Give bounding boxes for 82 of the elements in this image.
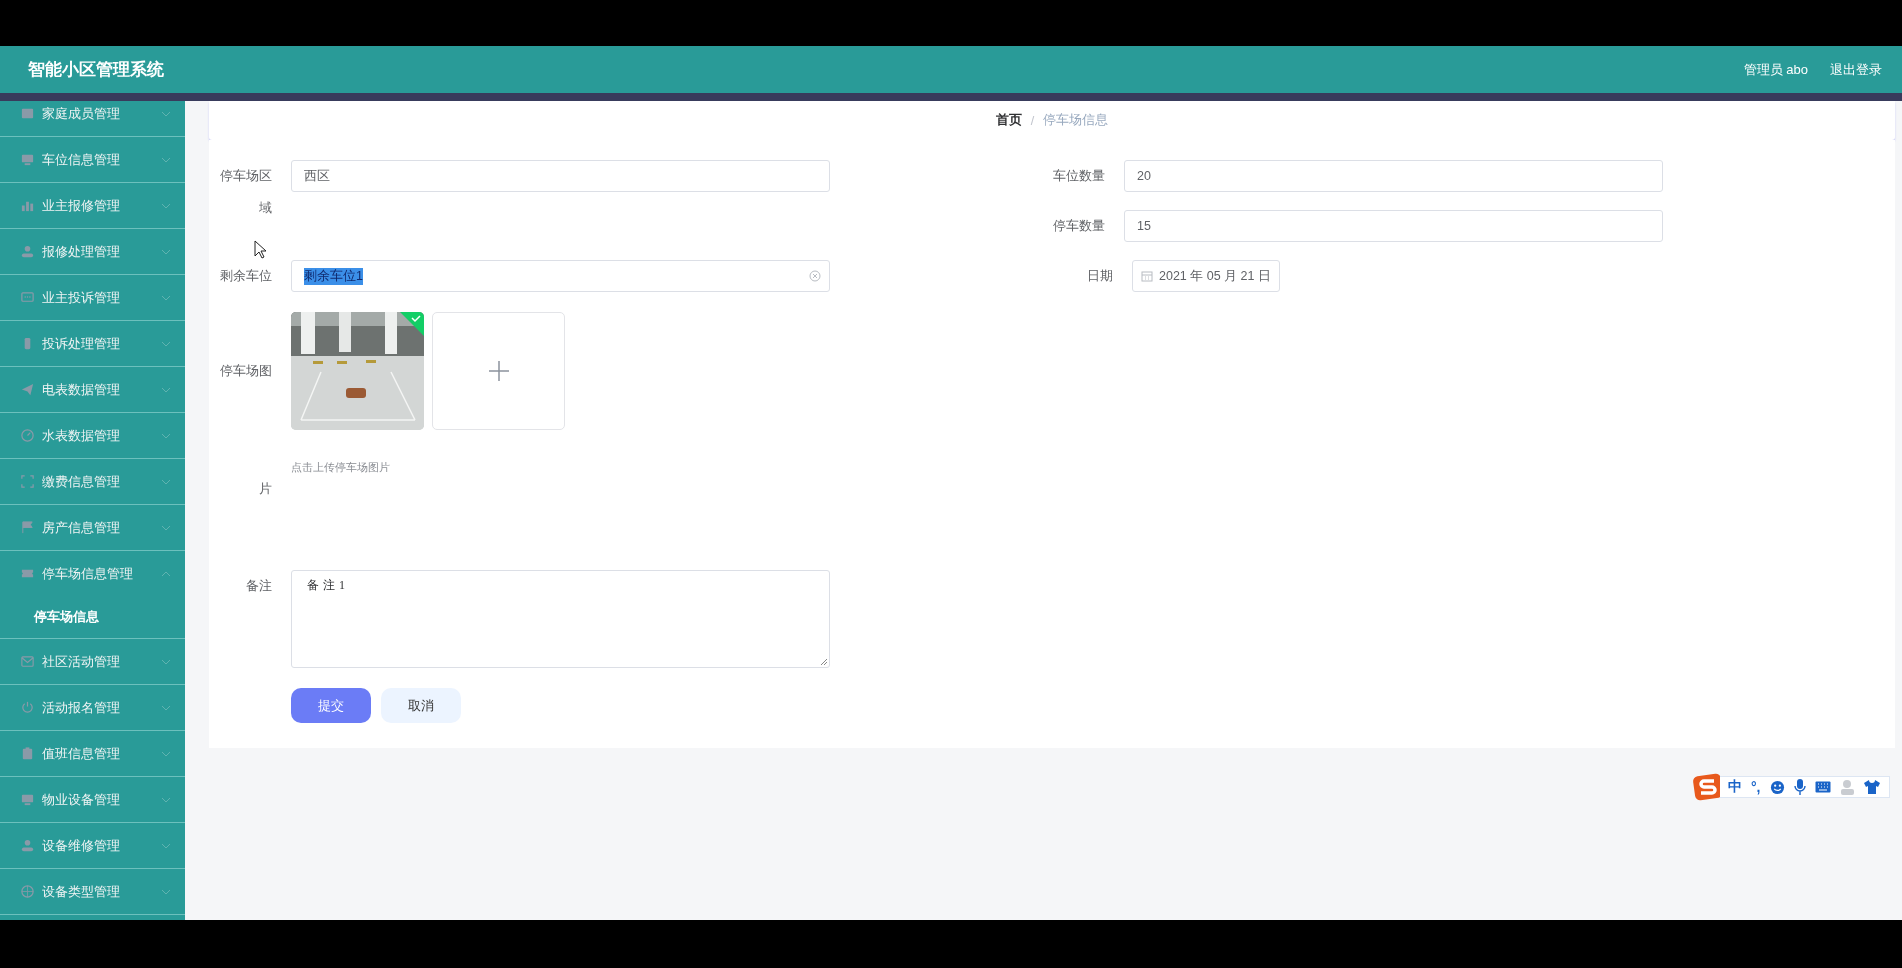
chevron-up-icon — [161, 570, 171, 577]
cancel-button[interactable]: 取消 — [381, 688, 461, 723]
menu-item[interactable]: 房产信息管理 — [0, 505, 185, 550]
submit-button[interactable]: 提交 — [291, 688, 371, 723]
scan-icon — [20, 474, 35, 489]
monitor-icon — [20, 792, 35, 807]
app-title: 智能小区管理系统 — [28, 59, 164, 81]
menu-item[interactable]: 业主报修管理 — [0, 183, 185, 228]
smiley-icon[interactable] — [1769, 779, 1785, 795]
chevron-down-icon — [161, 658, 171, 665]
input-field[interactable]: 剩余车位1 — [291, 260, 830, 292]
menu-item[interactable]: 电表数据管理 — [0, 367, 185, 412]
keyboard-icon[interactable] — [1814, 781, 1831, 793]
cursor-icon — [254, 240, 267, 259]
chevron-down-icon — [161, 478, 171, 485]
breadcrumb-separator: / — [1030, 113, 1035, 128]
chevron-down-icon — [161, 704, 171, 711]
field-label: 停车场区域 — [219, 168, 273, 217]
date-field[interactable]: 2021 年 05 月 21 日 — [1132, 260, 1280, 292]
card-icon — [20, 106, 35, 121]
microphone-icon[interactable] — [1793, 779, 1806, 795]
field-label: 停车数量 — [1052, 218, 1106, 235]
menu-item[interactable]: 值班信息管理 — [0, 731, 185, 776]
resize-handle-icon[interactable] — [820, 658, 828, 666]
chevron-down-icon — [161, 888, 171, 895]
user-icon — [20, 244, 35, 259]
menu-item[interactable]: 缴费信息管理 — [0, 459, 185, 504]
chevron-down-icon — [161, 156, 171, 163]
chevron-down-icon — [161, 842, 171, 849]
remark-field[interactable]: 备注1 — [291, 570, 830, 668]
send-icon — [20, 382, 35, 397]
input-field[interactable]: 西区 — [291, 160, 830, 192]
menu-item[interactable]: 设备类型管理 — [0, 869, 185, 914]
clear-icon[interactable] — [809, 270, 821, 282]
menu-item[interactable]: 业主投诉管理 — [0, 275, 185, 320]
chevron-down-icon — [161, 750, 171, 757]
logout-link[interactable]: 退出登录 — [1830, 60, 1882, 79]
menu-item[interactable]: 投诉处理管理 — [0, 321, 185, 366]
input-mode-toggle[interactable]: 中 — [1728, 778, 1742, 796]
chevron-down-icon — [161, 796, 171, 803]
input-field[interactable]: 20 — [1124, 160, 1663, 192]
breadcrumb-link[interactable]: 首页 — [995, 112, 1022, 129]
menu-item[interactable]: 车位信息管理 — [0, 137, 185, 182]
chat-icon — [20, 290, 35, 305]
field-label: 车位数量 — [1052, 168, 1106, 185]
user-icon — [20, 838, 35, 853]
calendar-icon — [1141, 270, 1153, 282]
gauge-icon — [20, 428, 35, 443]
chevron-down-icon — [161, 386, 171, 393]
chevron-down-icon — [161, 340, 171, 347]
menu-item[interactable]: 家庭成员管理 — [0, 101, 185, 136]
mail-icon — [20, 654, 35, 669]
shirt-icon[interactable] — [1863, 780, 1880, 794]
clipboard-icon — [20, 746, 35, 761]
breadcrumb-link[interactable]: 停车场信息 — [1043, 112, 1109, 129]
flag-icon — [20, 520, 35, 535]
menu-item[interactable]: 停车场信息管理 — [0, 551, 185, 596]
monitor-icon — [20, 152, 35, 167]
chevron-down-icon — [161, 110, 171, 117]
menu-item[interactable]: 活动报名管理 — [0, 685, 185, 730]
chevron-down-icon — [161, 294, 171, 301]
chevron-down-icon — [161, 202, 171, 209]
menu-item[interactable]: 社区活动管理 — [0, 639, 185, 684]
input-field[interactable]: 15 — [1124, 210, 1663, 242]
menu-item[interactable]: 设备维修管理 — [0, 823, 185, 868]
chevron-down-icon — [161, 524, 171, 531]
upload-hint: 点击上传停车场图片 — [291, 460, 391, 475]
aperture-icon — [20, 884, 35, 899]
chevron-down-icon — [161, 432, 171, 439]
chevron-down-icon — [161, 248, 171, 255]
punctuation-toggle[interactable]: °, — [1751, 779, 1761, 795]
user-name: 管理员 abo — [1743, 60, 1808, 79]
field-label: 剩余车位 — [219, 268, 273, 285]
submenu-item[interactable]: 停车场信息 — [0, 596, 185, 638]
plus-icon — [486, 359, 511, 383]
field-label: 日期 — [1086, 268, 1114, 285]
menu-item[interactable]: 水表数据管理 — [0, 413, 185, 458]
field-label: 备注 — [245, 578, 273, 595]
power-icon — [20, 700, 35, 715]
menu-item[interactable]: 物业设备管理 — [0, 777, 185, 822]
field-label: 停车场图片 — [219, 363, 273, 498]
menu-item[interactable]: 报修处理管理 — [0, 229, 185, 274]
